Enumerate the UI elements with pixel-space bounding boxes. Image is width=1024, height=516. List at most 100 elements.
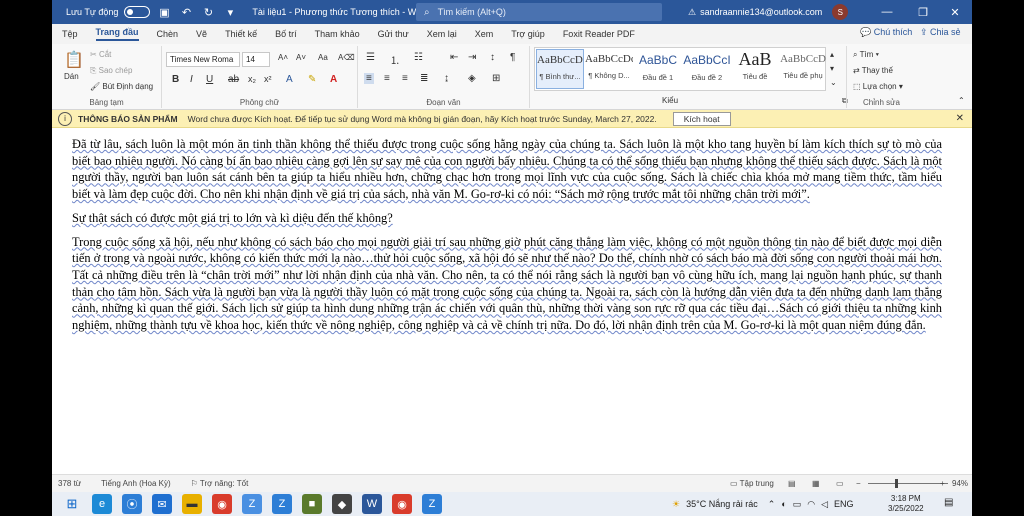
tab-foxit[interactable]: Foxit Reader PDF bbox=[563, 29, 635, 39]
warning-icon[interactable]: ⚠ bbox=[688, 7, 696, 18]
paste-icon[interactable]: 📋 bbox=[64, 50, 84, 70]
zoom-level[interactable]: 94% bbox=[952, 479, 968, 488]
zoom-in-icon[interactable]: + bbox=[940, 479, 945, 488]
paragraph[interactable]: Trong cuộc sống xã hội, nếu như không có… bbox=[72, 234, 942, 334]
account-area[interactable]: ⚠ sandraannie134@outlook.com S bbox=[688, 0, 849, 24]
battery-icon[interactable]: ▭ bbox=[793, 499, 802, 510]
styles-scroll-up-icon[interactable]: ▴ bbox=[830, 50, 834, 59]
align-right-icon[interactable]: ≡ bbox=[402, 73, 408, 84]
input-language[interactable]: ENG bbox=[834, 499, 854, 509]
style-heading-1[interactable]: AaBbC Đầu đề 1 bbox=[634, 49, 682, 89]
clock[interactable]: 3:18 PM 3/25/2022 bbox=[888, 494, 924, 514]
text-effects-icon[interactable]: A bbox=[286, 74, 293, 85]
style-heading-2[interactable]: AaBbCcI Đầu đề 2 bbox=[683, 49, 731, 89]
style-title[interactable]: AaB Tiêu đề bbox=[731, 49, 779, 89]
zalo-icon[interactable]: Z bbox=[242, 494, 262, 514]
read-mode-icon[interactable]: ▤ bbox=[788, 479, 796, 488]
redo-icon[interactable]: ↻ bbox=[200, 6, 216, 19]
wifi-icon[interactable]: ◠ bbox=[807, 499, 815, 510]
web-layout-icon[interactable]: ▭ bbox=[836, 479, 844, 488]
focus-mode-button[interactable]: ▭ Tập trung bbox=[730, 479, 774, 488]
italic-icon[interactable]: I bbox=[190, 74, 193, 85]
save-icon[interactable]: ▣ bbox=[156, 6, 172, 19]
word-icon[interactable]: W bbox=[362, 494, 382, 514]
autosave-toggle[interactable] bbox=[124, 6, 151, 18]
tab-draw[interactable]: Vẽ bbox=[196, 29, 207, 39]
strikethrough-icon[interactable]: ab bbox=[228, 74, 239, 85]
increase-indent-icon[interactable]: ⇥ bbox=[468, 52, 476, 63]
replace-button[interactable]: ⇄ Thay thế bbox=[853, 66, 893, 75]
numbering-icon[interactable]: ⒈ bbox=[390, 52, 400, 67]
justify-icon[interactable]: ≣ bbox=[420, 73, 428, 84]
font-size-box[interactable]: 14 bbox=[242, 52, 270, 67]
highlight-icon[interactable]: ✎ bbox=[308, 74, 316, 85]
edge-icon[interactable]: ⦿ bbox=[122, 494, 142, 514]
paste-button[interactable]: Dán bbox=[64, 72, 79, 81]
select-button[interactable]: ⬚ Lựa chọn ▾ bbox=[853, 82, 903, 91]
zalo-icon[interactable]: Z bbox=[422, 494, 442, 514]
shrink-font-icon[interactable]: A˅ bbox=[296, 53, 306, 62]
weather-text[interactable]: 35°C Nắng rải rác bbox=[686, 499, 758, 509]
style-subtitle[interactable]: AaBbCcD Tiêu đề phụ bbox=[779, 49, 827, 89]
tray-app-icon[interactable]: ◐ bbox=[781, 499, 786, 509]
chrome-icon[interactable]: ◉ bbox=[212, 494, 232, 514]
zoom-out-icon[interactable]: − bbox=[856, 479, 861, 488]
align-center-icon[interactable]: ≡ bbox=[384, 73, 390, 84]
align-left-icon[interactable]: ≡ bbox=[364, 73, 374, 84]
close-icon[interactable]: ✕ bbox=[956, 113, 964, 124]
bold-icon[interactable]: B bbox=[172, 74, 179, 85]
change-case-icon[interactable]: Aa bbox=[318, 53, 328, 62]
sort-icon[interactable]: ↕ bbox=[490, 52, 495, 63]
tab-help[interactable]: Trợ giúp bbox=[511, 29, 545, 39]
show-marks-icon[interactable]: ¶ bbox=[510, 52, 515, 63]
styles-more-icon[interactable]: ⌄ bbox=[830, 78, 837, 87]
zalo-icon[interactable]: Z bbox=[272, 494, 292, 514]
app-icon[interactable]: ◆ bbox=[332, 494, 352, 514]
restore-button[interactable]: ❐ bbox=[908, 0, 938, 24]
undo-icon[interactable]: ↶ bbox=[178, 6, 194, 19]
print-layout-icon[interactable]: ▦ bbox=[812, 479, 820, 488]
superscript-icon[interactable]: x² bbox=[264, 74, 272, 84]
tab-mailings[interactable]: Gửi thư bbox=[378, 29, 409, 39]
notifications-icon[interactable]: ▤ bbox=[944, 497, 953, 508]
tray-overflow-icon[interactable]: ⌃ bbox=[768, 499, 776, 510]
tab-references[interactable]: Tham khảo bbox=[315, 29, 360, 39]
search-box[interactable]: ⌕ Tìm kiếm (Alt+Q) bbox=[416, 3, 662, 21]
minecraft-icon[interactable]: ■ bbox=[302, 494, 322, 514]
paragraph[interactable]: Sự thật sách có được một giá trị to lớn … bbox=[72, 210, 942, 227]
tab-file[interactable]: Tệp bbox=[62, 29, 78, 39]
tab-design[interactable]: Thiết kế bbox=[225, 29, 257, 39]
document-area[interactable]: Đã từ lâu, sách luôn là một món ăn tinh … bbox=[52, 128, 972, 474]
multilevel-list-icon[interactable]: ☷ bbox=[414, 52, 423, 63]
mail-icon[interactable]: ✉ bbox=[152, 494, 172, 514]
file-explorer-icon[interactable]: ▬ bbox=[182, 494, 202, 514]
zoom-slider[interactable] bbox=[868, 483, 948, 484]
clear-format-icon[interactable]: A⌫ bbox=[338, 53, 355, 62]
shading-icon[interactable]: ◈ bbox=[468, 73, 476, 84]
close-button[interactable]: ✕ bbox=[940, 0, 970, 24]
minimize-button[interactable]: — bbox=[872, 0, 902, 24]
zoom-slider-thumb[interactable] bbox=[895, 479, 898, 488]
tab-home[interactable]: Trang đầu bbox=[95, 27, 139, 41]
format-painter-button[interactable]: 🖌 Bút Định dạng bbox=[90, 82, 153, 91]
chrome-icon[interactable]: ◉ bbox=[392, 494, 412, 514]
word-count[interactable]: 378 từ bbox=[58, 479, 81, 488]
weather-icon[interactable]: ☀ bbox=[672, 499, 680, 510]
bullets-icon[interactable]: ☰ bbox=[366, 52, 375, 63]
copy-button[interactable]: ⎘ Sao chép bbox=[90, 66, 132, 76]
subscript-icon[interactable]: x₂ bbox=[248, 74, 256, 84]
activate-button[interactable]: Kích hoạt bbox=[672, 111, 731, 126]
borders-icon[interactable]: ⊞ bbox=[492, 73, 500, 84]
volume-icon[interactable]: ◁ bbox=[821, 499, 828, 510]
decrease-indent-icon[interactable]: ⇤ bbox=[450, 52, 458, 63]
collapse-ribbon-icon[interactable]: ⌃ bbox=[958, 96, 965, 105]
start-icon[interactable]: ⊞ bbox=[62, 494, 82, 514]
customize-toolbar-icon[interactable]: ▾ bbox=[222, 6, 238, 19]
edge-icon[interactable]: e bbox=[92, 494, 112, 514]
underline-icon[interactable]: U bbox=[206, 74, 213, 85]
font-name-box[interactable]: Times New Roma bbox=[166, 52, 240, 67]
language-indicator[interactable]: Tiếng Anh (Hoa Kỳ) bbox=[101, 479, 171, 488]
font-color-icon[interactable]: A bbox=[330, 74, 337, 85]
share-button[interactable]: ⇪ Chia sẻ bbox=[920, 27, 961, 38]
paragraph[interactable]: Đã từ lâu, sách luôn là một món ăn tinh … bbox=[72, 136, 942, 203]
